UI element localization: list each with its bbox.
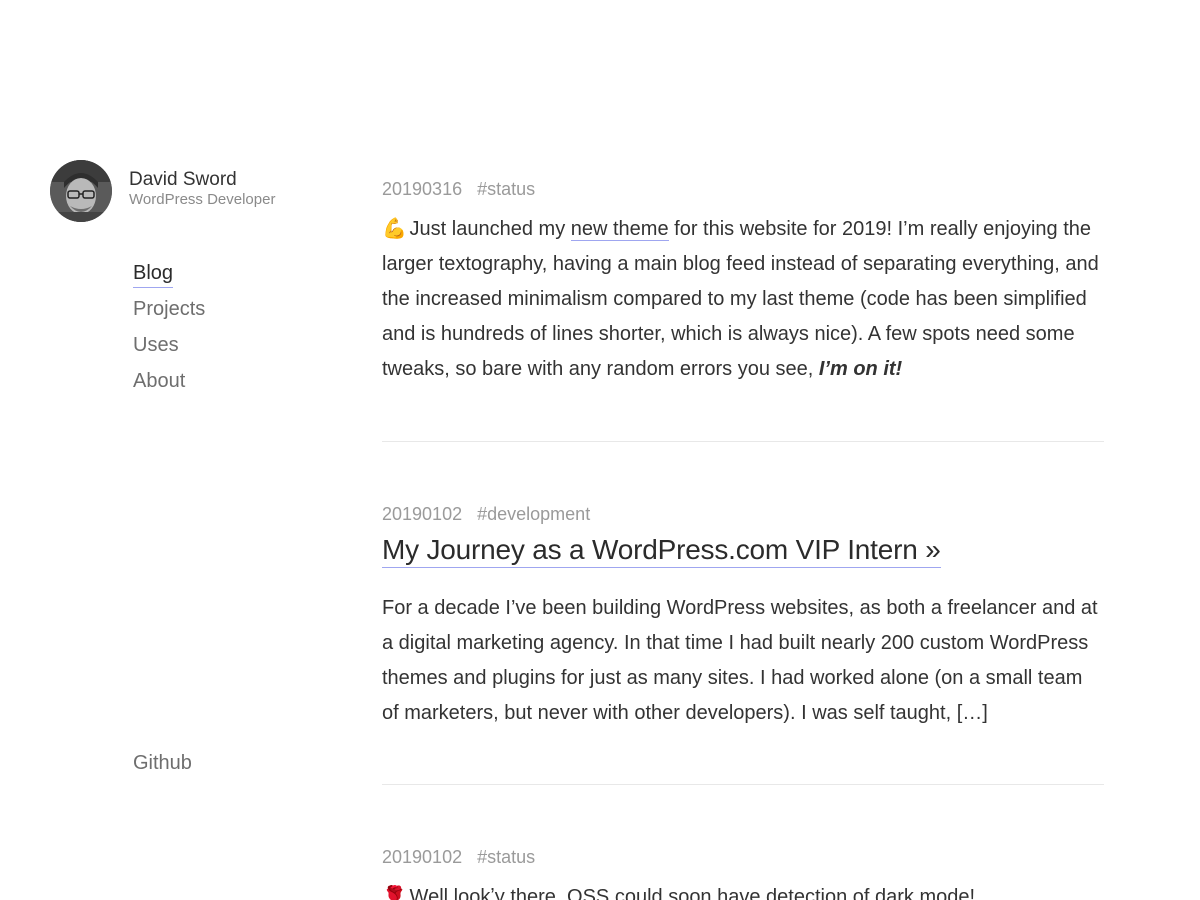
- nav-link-blog[interactable]: Blog: [133, 262, 174, 288]
- avatar-photo: [50, 160, 112, 222]
- nav-item-blog: Blog: [133, 255, 205, 291]
- main-nav: Blog Projects Uses About: [133, 255, 205, 399]
- nav-link-projects[interactable]: Projects: [133, 298, 205, 320]
- github-link[interactable]: Github: [133, 752, 192, 775]
- post-date[interactable]: 20190102: [382, 847, 462, 867]
- post-article-2: 20190102 #development My Journey as a Wo…: [382, 501, 1104, 731]
- post-tag[interactable]: #development: [477, 504, 590, 524]
- nav-item-projects: Projects: [133, 291, 205, 327]
- nav-item-uses: Uses: [133, 327, 205, 363]
- post-emphasis: I’m on it!: [818, 358, 903, 380]
- profile-text: David Sword WordPress Developer: [129, 169, 275, 209]
- page: David Sword WordPress Developer Blog Pro…: [0, 0, 1200, 900]
- post-meta: 20190102 #status: [382, 844, 1104, 870]
- post-tag[interactable]: #status: [477, 179, 535, 199]
- nav-item-about: About: [133, 363, 205, 399]
- profile-role: WordPress Developer: [129, 191, 276, 208]
- blog-feed: 20190316 #status 💪 Just launched my new …: [382, 176, 1104, 900]
- post-tag[interactable]: #status: [477, 847, 535, 867]
- post-text: for this website for 2019! I’m really en…: [382, 218, 1099, 380]
- avatar[interactable]: [50, 160, 112, 222]
- sidebar: David Sword WordPress Developer Blog Pro…: [50, 160, 350, 392]
- post-excerpt: For a decade I’ve been building WordPres…: [382, 597, 1098, 724]
- post-text: Well lookʼy there, OSS could soon have d…: [404, 886, 976, 900]
- post-meta: 20190102 #development: [382, 501, 1104, 527]
- post-divider: [382, 784, 1104, 785]
- post-text: Just launched my: [404, 218, 571, 240]
- post-body: 🌹 Well lookʼy there, OSS could soon have…: [382, 880, 1104, 900]
- post-status-3: 20190102 #status 🌹 Well lookʼy there, OS…: [382, 844, 1104, 900]
- nav-link-about[interactable]: About: [133, 370, 185, 392]
- post-status-1: 20190316 #status 💪 Just launched my new …: [382, 176, 1104, 387]
- rose-icon: 🌹: [382, 886, 407, 900]
- post-divider: [382, 441, 1104, 442]
- post-title-link[interactable]: My Journey as a WordPress.com VIP Intern…: [382, 533, 941, 568]
- new-theme-link[interactable]: new theme: [570, 218, 669, 241]
- post-date[interactable]: 20190316: [382, 179, 462, 199]
- post-body: 💪 Just launched my new theme for this we…: [382, 212, 1104, 387]
- post-meta: 20190316 #status: [382, 176, 1104, 202]
- nav-link-uses[interactable]: Uses: [133, 334, 179, 356]
- profile: David Sword WordPress Developer: [50, 160, 350, 222]
- post-date[interactable]: 20190102: [382, 504, 462, 524]
- profile-name[interactable]: David Sword: [129, 169, 275, 191]
- flexed-biceps-icon: 💪: [382, 218, 407, 240]
